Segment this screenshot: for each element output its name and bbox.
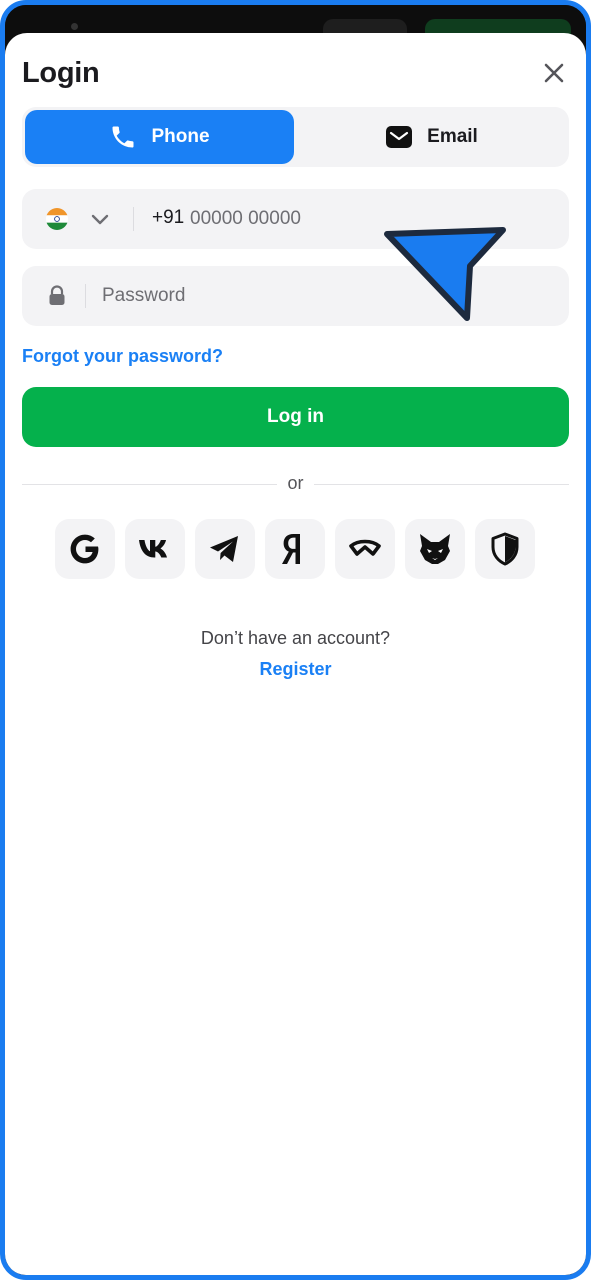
phone-icon (112, 126, 134, 148)
telegram-icon (210, 536, 238, 562)
device-frame: Login Phone Email +91 00000 00000 Forgot… (0, 0, 591, 1280)
login-sheet: Login Phone Email +91 00000 00000 Forgot… (5, 33, 586, 1275)
india-flag-icon[interactable] (46, 208, 68, 230)
country-code: +91 (152, 207, 185, 228)
close-button[interactable] (540, 59, 568, 87)
password-input[interactable] (102, 278, 422, 314)
tab-phone[interactable]: Phone (25, 110, 294, 164)
metamask-login-button[interactable] (405, 519, 465, 579)
chevron-down-icon (91, 214, 109, 225)
social-login-row (55, 519, 540, 581)
camera-dot (71, 23, 78, 30)
yandex-icon (282, 534, 300, 564)
country-dropdown-button[interactable] (90, 209, 110, 229)
vk-icon (139, 540, 167, 558)
google-login-button[interactable] (55, 519, 115, 579)
close-icon (544, 63, 564, 83)
shield-login-button[interactable] (475, 519, 535, 579)
forgot-password-link[interactable]: Forgot your password? (22, 346, 223, 367)
shield-icon (491, 532, 519, 566)
mail-icon (386, 126, 413, 148)
pointer-cursor-icon (384, 227, 506, 321)
yandex-login-button[interactable] (265, 519, 325, 579)
metamask-icon (420, 534, 450, 564)
tab-phone-label: Phone (151, 126, 210, 147)
telegram-login-button[interactable] (195, 519, 255, 579)
register-link[interactable]: Register (5, 659, 586, 680)
field-divider (85, 284, 86, 308)
walletconnect-icon (349, 539, 381, 556)
divider-line (314, 484, 569, 485)
google-icon (70, 534, 99, 564)
no-account-text: Don’t have an account? (200, 628, 391, 648)
field-divider (133, 207, 134, 231)
lock-icon (49, 285, 65, 305)
tab-email-label: Email (427, 126, 478, 147)
login-button[interactable]: Log in (22, 387, 569, 447)
vk-login-button[interactable] (125, 519, 185, 579)
page-title: Login (22, 57, 100, 89)
walletconnect-login-button[interactable] (335, 519, 395, 579)
or-divider: or (22, 473, 569, 495)
tab-email[interactable]: Email (297, 110, 566, 164)
login-method-tabs: Phone Email (22, 107, 569, 167)
